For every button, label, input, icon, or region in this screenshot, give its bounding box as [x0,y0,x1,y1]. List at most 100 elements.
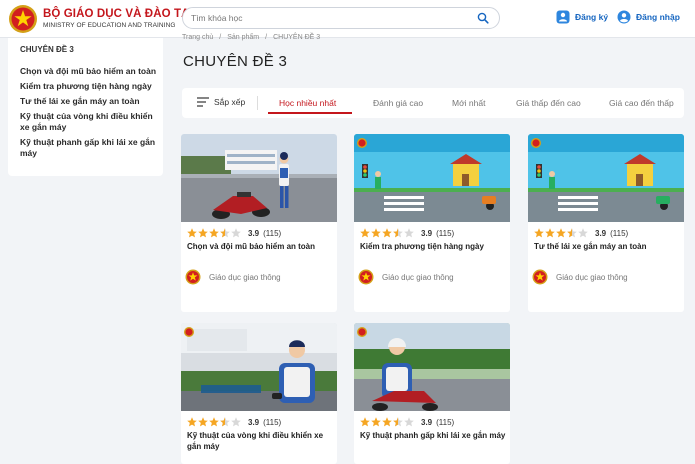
sidebar-title: CHUYÊN ĐỀ 3 [20,45,74,54]
rating-count: (115) [610,228,629,238]
star-full-icon [198,228,208,238]
star-full-icon [382,228,392,238]
tab-price-low-high[interactable]: Giá thấp đến cao [516,98,581,108]
sidebar-item-vehicle-check[interactable]: Kiểm tra phương tiện hàng ngày [20,81,160,92]
search-box[interactable] [182,7,500,29]
course-title[interactable]: Chọn và đội mũ bảo hiểm an toàn [187,241,335,252]
register-label: Đăng ký [575,12,609,22]
page-title: CHUYÊN ĐỀ 3 [183,53,288,70]
national-emblem-icon[interactable] [8,4,38,34]
course-author[interactable]: Giáo dục giao thông [532,269,628,285]
national-emblem-icon [185,269,201,285]
course-thumbnail[interactable] [354,323,510,411]
star-empty-icon [404,228,414,238]
tab-price-high-low[interactable]: Giá cao đến thấp [609,98,674,108]
sort-button[interactable]: Sắp xếp [197,97,245,107]
course-card[interactable]: 3.9 (115) Kỹ thuật của vòng khi điều khi… [181,323,337,464]
register-button[interactable]: Đăng ký [556,8,608,26]
star-empty-icon [231,417,241,427]
author-name: Giáo dục giao thông [556,272,628,282]
rating: 3.9 (115) [360,228,454,238]
rating-count: (115) [436,417,455,427]
star-empty-icon [404,417,414,427]
rating-score: 3.9 [248,417,260,427]
sidebar-item-emergency-brake[interactable]: Kỹ thuật phanh gấp khi lái xe gắn máy [20,137,160,159]
rating-count: (115) [263,417,282,427]
course-title[interactable]: Kỹ thuật phanh gấp khi lái xe gắn máy [360,430,508,441]
register-icon [556,10,570,24]
star-full-icon [545,228,555,238]
course-title[interactable]: Kiểm tra phương tiện hàng ngày [360,241,508,252]
rating-count: (115) [263,228,282,238]
breadcrumb-products[interactable]: Sản phẩm [227,34,259,41]
star-full-icon [382,417,392,427]
course-author[interactable]: Giáo dục giao thông [185,269,281,285]
sidebar-item-cornering[interactable]: Kỹ thuật của vòng khi điều khiển xe gắn … [20,111,160,133]
course-card[interactable]: 3.9 (115) Tư thế lái xe gắn máy an toàn … [528,134,684,312]
sort-icon [197,97,209,107]
rating: 3.9 (115) [187,228,281,238]
rating: 3.9 (115) [360,417,454,427]
star-full-icon [556,228,566,238]
star-half-icon [393,228,403,238]
rating-score: 3.9 [421,228,433,238]
login-label: Đăng nhập [636,12,680,22]
star-half-icon [567,228,577,238]
breadcrumb-separator: / [265,34,268,41]
course-title[interactable]: Tư thế lái xe gắn máy an toàn [534,241,682,252]
topic-sidebar: CHUYÊN ĐỀ 3 Chọn và đội mũ bảo hiểm an t… [8,38,163,176]
sort-label: Sắp xếp [214,97,246,107]
star-empty-icon [578,228,588,238]
sort-divider [257,96,258,110]
rating: 3.9 (115) [187,417,281,427]
tab-most-studied[interactable]: Học nhiều nhất [279,98,336,108]
course-author[interactable]: Giáo dục giao thông [358,269,454,285]
course-thumbnail[interactable] [181,134,337,222]
breadcrumb-separator: / [219,34,222,41]
rating-score: 3.9 [595,228,607,238]
tab-newest[interactable]: Mới nhất [452,98,485,108]
national-emblem-icon [358,269,374,285]
star-half-icon [393,417,403,427]
course-title[interactable]: Kỹ thuật của vòng khi điều khiển xe gắn … [187,430,335,452]
course-card[interactable]: 3.9 (115) Kỹ thuật phanh gấp khi lái xe … [354,323,510,464]
star-full-icon [187,228,197,238]
star-empty-icon [231,228,241,238]
course-thumbnail[interactable] [181,323,337,411]
star-half-icon [220,228,230,238]
star-full-icon [371,228,381,238]
tab-top-rated[interactable]: Đánh giá cao [373,98,423,108]
breadcrumb: Trang chủ / Sản phẩm / CHUYÊN ĐỀ 3 [182,34,326,41]
course-thumbnail[interactable] [528,134,684,222]
star-full-icon [209,228,219,238]
course-card[interactable]: 3.9 (115) Kiểm tra phương tiện hàng ngày… [354,134,510,312]
active-tab-indicator [268,112,352,114]
star-full-icon [209,417,219,427]
rating: 3.9 (115) [534,228,628,238]
sidebar-item-riding-posture[interactable]: Tư thế lái xe gắn máy an toàn [20,96,160,107]
login-button[interactable]: Đăng nhập [617,8,680,26]
star-half-icon [220,417,230,427]
star-full-icon [187,417,197,427]
brand-subtitle: MINISTRY OF EDUCATION AND TRAINING [43,22,176,29]
search-icon[interactable] [477,12,489,24]
rating-count: (115) [436,228,455,238]
user-icon [617,10,631,24]
author-name: Giáo dục giao thông [209,272,281,282]
breadcrumb-home[interactable]: Trang chủ [182,34,213,41]
sidebar-item-helmet[interactable]: Chọn và đội mũ bảo hiểm an toàn [20,66,160,77]
star-full-icon [198,417,208,427]
top-header: BỘ GIÁO DỤC VÀ ĐÀO TẠO MINISTRY OF EDUCA… [0,0,695,38]
star-full-icon [360,417,370,427]
course-card[interactable]: 3.9 (115) Chọn và đội mũ bảo hiểm an toà… [181,134,337,312]
breadcrumb-current: CHUYÊN ĐỀ 3 [273,34,321,41]
brand-title[interactable]: BỘ GIÁO DỤC VÀ ĐÀO TẠO [43,8,199,20]
rating-score: 3.9 [421,417,433,427]
star-full-icon [371,417,381,427]
course-thumbnail[interactable] [354,134,510,222]
search-input[interactable] [191,10,471,26]
rating-score: 3.9 [248,228,260,238]
sort-bar: Sắp xếp Học nhiều nhất Đánh giá cao Mới … [182,88,684,118]
star-full-icon [360,228,370,238]
national-emblem-icon [532,269,548,285]
